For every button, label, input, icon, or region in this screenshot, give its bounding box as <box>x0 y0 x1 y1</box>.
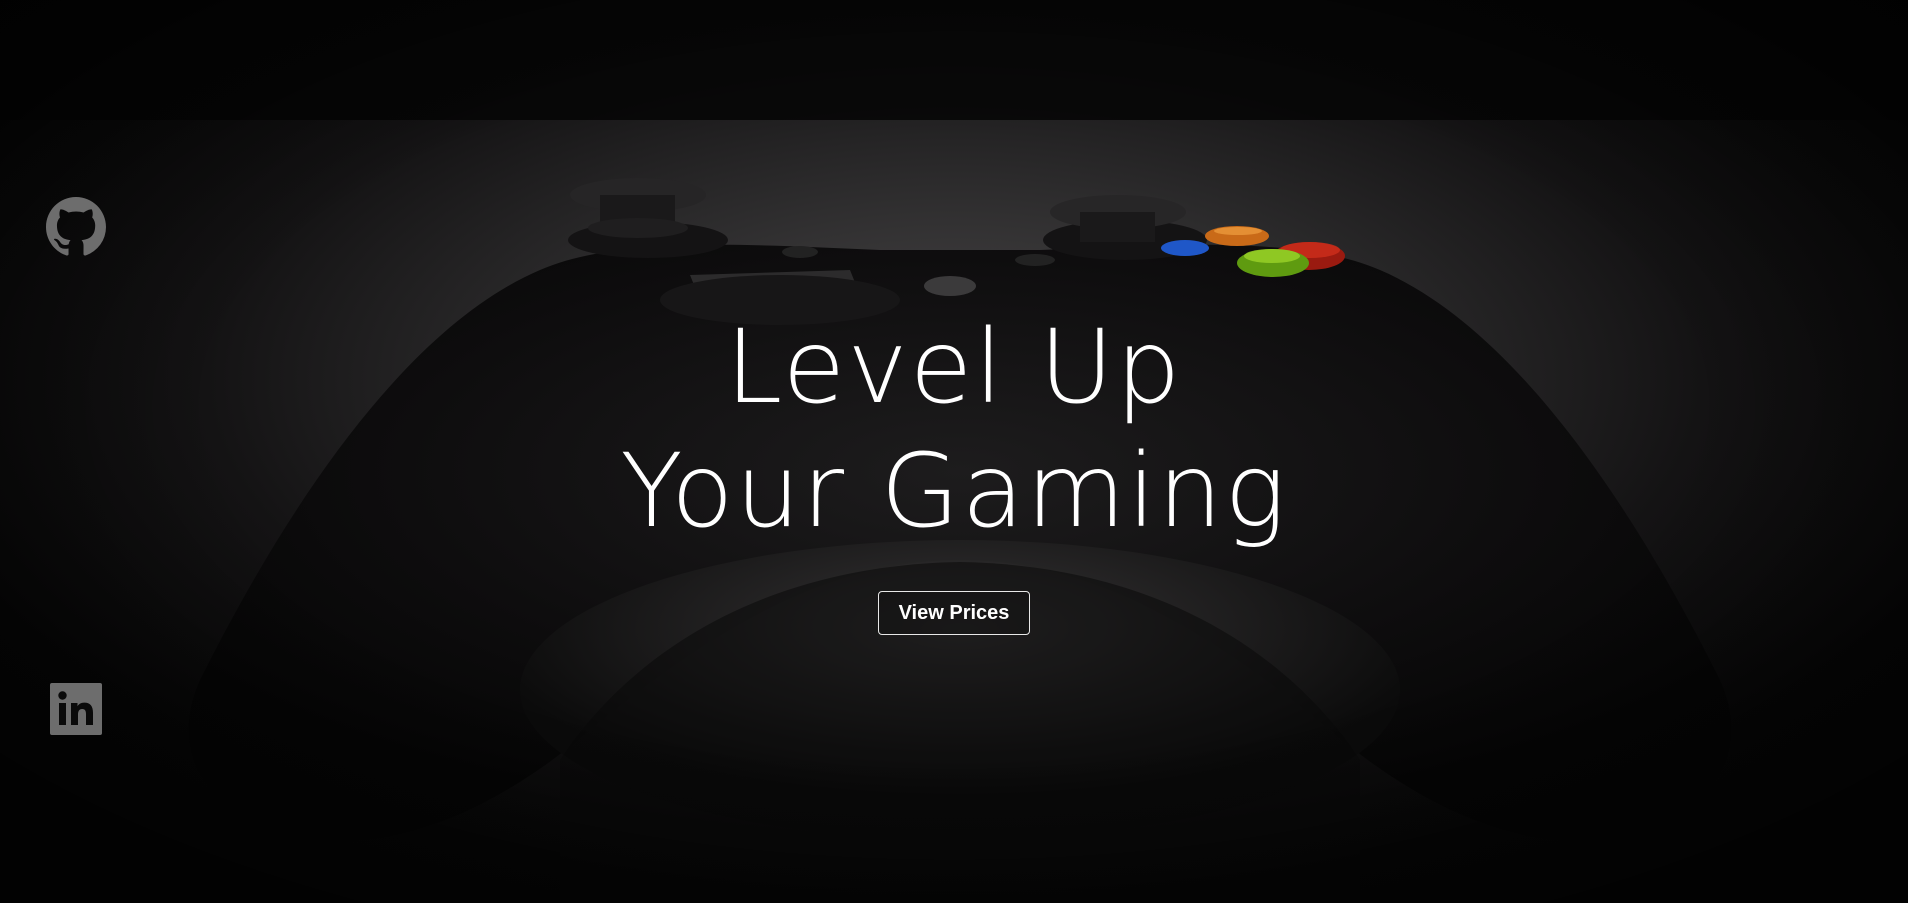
github-icon <box>46 197 106 256</box>
headline-line-1: Level Up <box>725 308 1183 427</box>
github-link[interactable] <box>46 197 106 257</box>
hero-section: Level Up Your Gaming View Prices <box>0 0 1908 903</box>
headline-line-2: Your Gaming <box>620 432 1288 551</box>
linkedin-icon <box>50 683 102 735</box>
view-prices-button[interactable]: View Prices <box>878 591 1030 635</box>
linkedin-link[interactable] <box>50 683 102 735</box>
hero-headline: Level Up Your Gaming <box>0 306 1908 554</box>
